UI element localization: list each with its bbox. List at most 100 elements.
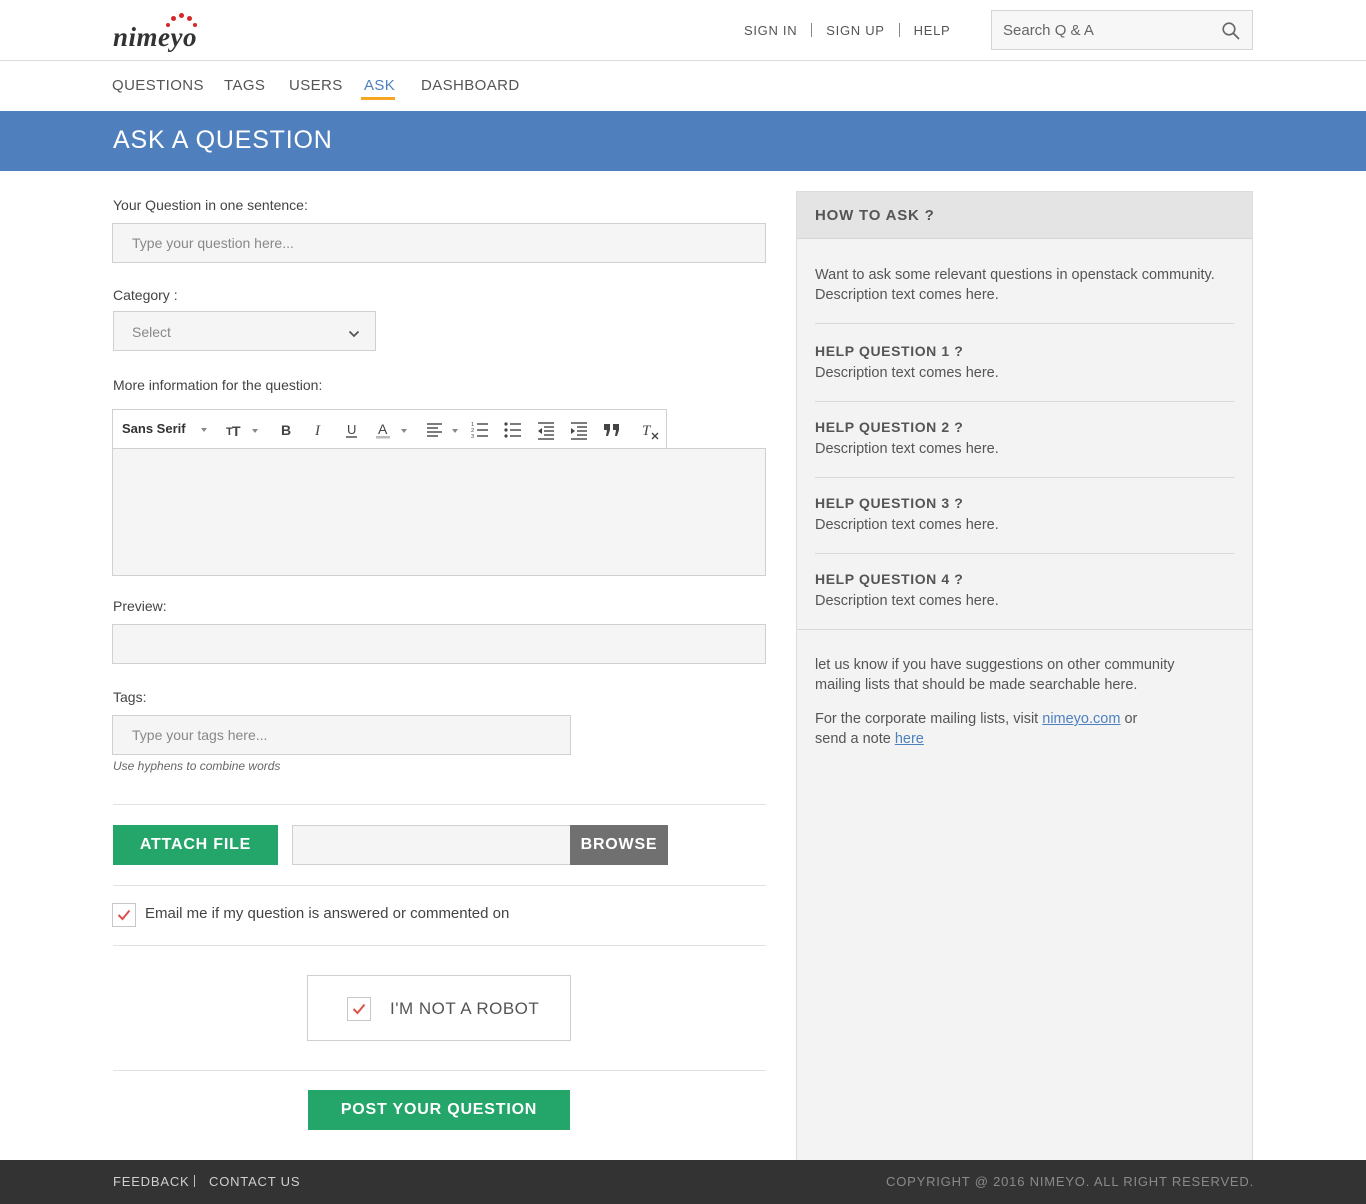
question-input[interactable]: [113, 224, 765, 262]
logo-dot: [193, 23, 197, 27]
file-path-field[interactable]: [292, 825, 571, 865]
footer: FEEDBACK CONTACT US COPYRIGHT @ 2016 NIM…: [0, 1160, 1366, 1204]
top-header: nimeyo SIGN IN SIGN UP HELP: [0, 0, 1366, 61]
more-info-label: More information for the question:: [113, 377, 323, 393]
caret-icon: [252, 429, 258, 433]
footer-separator: [194, 1175, 195, 1187]
caret-icon: [201, 428, 207, 432]
corporate-note-mid: or: [1124, 711, 1138, 727]
indent-icon[interactable]: [568, 419, 590, 441]
nimeyo-link[interactable]: nimeyo.com: [1042, 711, 1120, 727]
caret-icon: [401, 429, 407, 433]
italic-icon[interactable]: I: [308, 419, 330, 441]
checkmark-icon: [117, 909, 131, 921]
tags-hint: Use hyphens to combine words: [113, 759, 281, 773]
attach-file-button[interactable]: ATTACH FILE: [113, 825, 278, 865]
main-nav: QUESTIONS TAGS USERS ASK DASHBOARD: [0, 61, 1366, 111]
help-link[interactable]: HELP: [900, 23, 965, 38]
svg-text:B: B: [281, 422, 291, 438]
question-field: [112, 223, 766, 263]
divider: [815, 553, 1234, 554]
svg-text:U: U: [347, 422, 356, 437]
email-notify-label: Email me if my question is answered or c…: [145, 905, 510, 922]
help-question-text: Description text comes here.: [815, 517, 999, 533]
preview-area: [112, 624, 766, 664]
category-select[interactable]: Select: [113, 311, 376, 351]
corporate-note: For the corporate mailing lists, visit n…: [815, 709, 1215, 749]
contact-us-link[interactable]: CONTACT US: [209, 1174, 300, 1189]
suggest-text: let us know if you have suggestions on o…: [815, 657, 1175, 693]
text-color-icon[interactable]: A: [373, 419, 395, 441]
logo-dot: [171, 16, 176, 21]
account-links: SIGN IN SIGN UP HELP: [730, 21, 964, 39]
tags-input[interactable]: [113, 716, 570, 754]
panel-intro: Want to ask some relevant questions in o…: [815, 267, 1215, 303]
divider: [113, 1070, 766, 1071]
chevron-down-icon: [348, 326, 360, 338]
logo-dot: [187, 16, 192, 21]
copyright-text: COPYRIGHT @ 2016 NIMEYO. ALL RIGHT RESER…: [886, 1174, 1254, 1189]
ordered-list-icon[interactable]: 123: [469, 419, 491, 441]
captcha-checkbox[interactable]: [347, 997, 371, 1021]
svg-text:T: T: [232, 423, 241, 439]
nav-dashboard[interactable]: DASHBOARD: [421, 77, 520, 94]
corporate-note-send: send a note: [815, 731, 891, 747]
question-editor[interactable]: [112, 448, 766, 576]
tags-label: Tags:: [113, 689, 147, 705]
sign-up-link[interactable]: SIGN UP: [812, 23, 898, 38]
help-question-title[interactable]: HELP QUESTION 3 ?: [815, 495, 963, 511]
divider: [815, 401, 1234, 402]
nav-questions[interactable]: QUESTIONS: [112, 77, 204, 94]
align-icon[interactable]: [424, 419, 446, 441]
search-icon[interactable]: [1221, 21, 1241, 41]
blockquote-icon[interactable]: [601, 419, 623, 441]
editor-toolbar: Sans Serif TT B I U A 123 T: [112, 409, 667, 449]
captcha-box: I'M NOT A ROBOT: [307, 975, 571, 1041]
send-note-link[interactable]: here: [895, 731, 924, 747]
outdent-icon[interactable]: [535, 419, 557, 441]
email-notify-checkbox[interactable]: [112, 903, 136, 927]
bullet-list-icon[interactable]: [502, 419, 524, 441]
active-tab-underline: [361, 97, 395, 100]
nav-users[interactable]: USERS: [289, 77, 343, 94]
logo-dot: [166, 23, 170, 27]
svg-text:3: 3: [471, 434, 474, 440]
font-family-picker[interactable]: Sans Serif: [122, 421, 186, 436]
sign-in-link[interactable]: SIGN IN: [730, 23, 811, 38]
search-input[interactable]: [992, 11, 1212, 49]
divider: [797, 629, 1252, 630]
logo-dot: [179, 13, 184, 18]
nav-tags[interactable]: TAGS: [224, 77, 265, 94]
clear-format-icon[interactable]: T: [639, 419, 661, 441]
search-box: [991, 10, 1253, 50]
question-label: Your Question in one sentence:: [113, 197, 308, 213]
caret-icon: [452, 429, 458, 433]
nimeyo-logo[interactable]: nimeyo: [113, 12, 213, 52]
underline-icon[interactable]: U: [341, 419, 363, 441]
divider: [113, 885, 766, 886]
panel-header: HOW TO ASK ?: [797, 192, 1252, 239]
divider: [113, 945, 766, 946]
how-to-ask-panel: HOW TO ASK ? Want to ask some relevant q…: [796, 191, 1253, 1160]
browse-button[interactable]: BROWSE: [570, 825, 668, 865]
help-question-title[interactable]: HELP QUESTION 2 ?: [815, 419, 963, 435]
divider: [815, 323, 1234, 324]
feedback-link[interactable]: FEEDBACK: [113, 1174, 189, 1189]
bold-icon[interactable]: B: [275, 419, 297, 441]
captcha-label: I'M NOT A ROBOT: [390, 999, 540, 1018]
divider: [815, 477, 1234, 478]
logo-text: nimeyo: [113, 22, 197, 52]
post-question-button[interactable]: POST YOUR QUESTION: [308, 1090, 570, 1130]
help-question-title[interactable]: HELP QUESTION 4 ?: [815, 571, 963, 587]
help-question-title[interactable]: HELP QUESTION 1 ?: [815, 343, 963, 359]
svg-text:I: I: [314, 423, 321, 439]
help-question-text: Description text comes here.: [815, 593, 999, 609]
svg-text:A: A: [378, 421, 388, 437]
help-question-text: Description text comes here.: [815, 441, 999, 457]
nav-ask[interactable]: ASK: [364, 77, 395, 94]
corporate-note-prefix: For the corporate mailing lists, visit: [815, 711, 1039, 727]
font-size-icon[interactable]: TT: [224, 419, 246, 441]
panel-title: HOW TO ASK ?: [815, 207, 935, 224]
help-question-text: Description text comes here.: [815, 365, 999, 381]
page-title-band: ASK A QUESTION: [0, 111, 1366, 171]
